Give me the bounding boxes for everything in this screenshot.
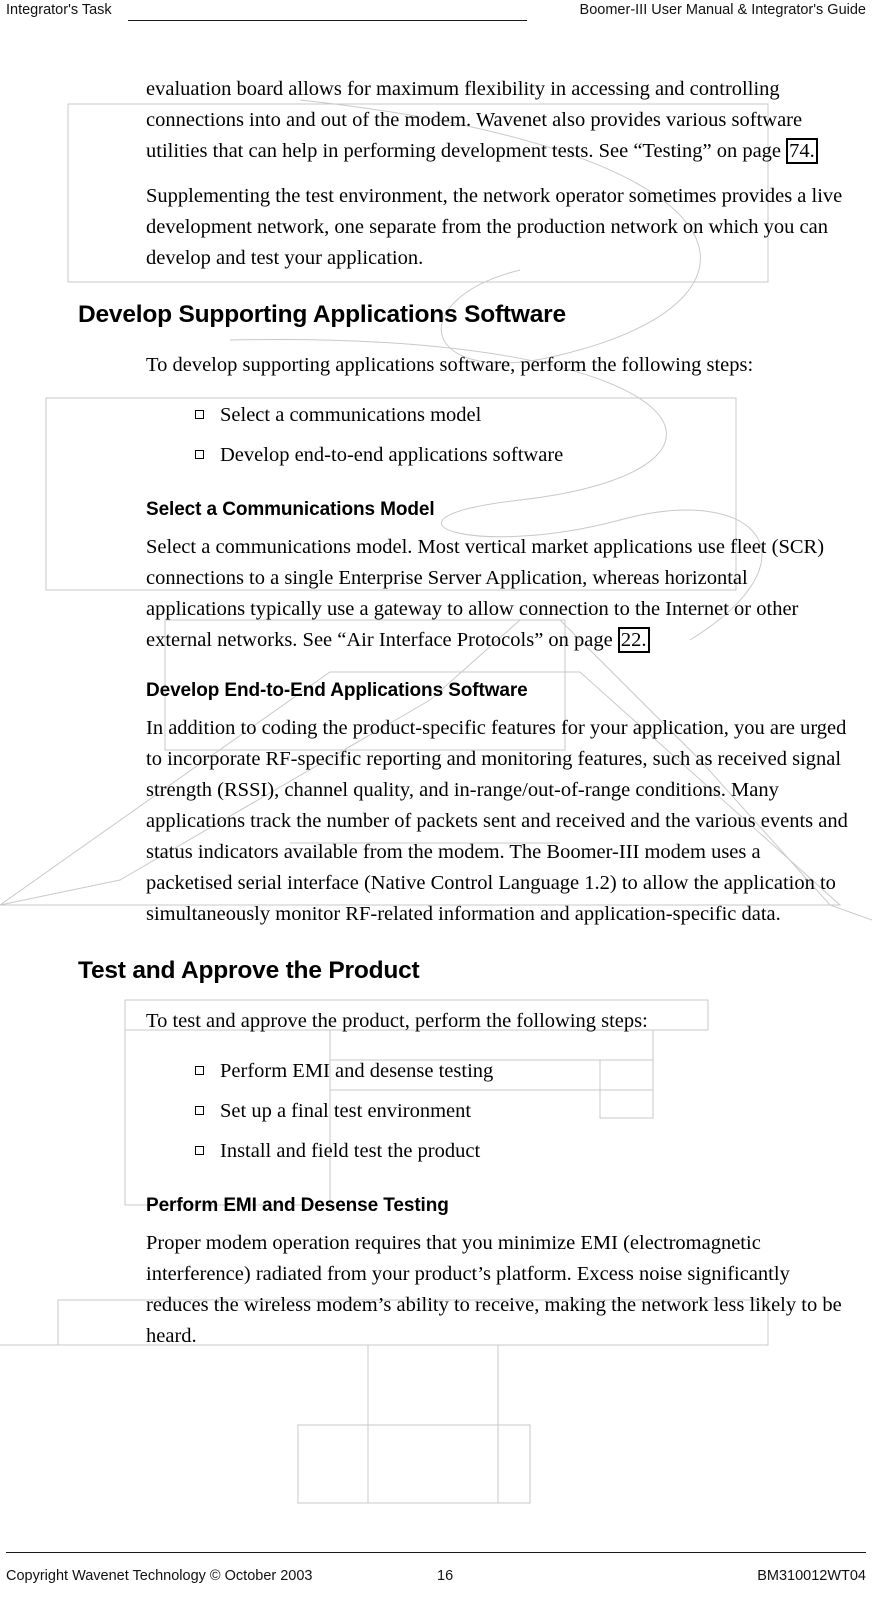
list-item-label: Set up a final test environment bbox=[220, 1100, 472, 1122]
footer-rule bbox=[6, 1552, 866, 1553]
square-bullet-icon bbox=[195, 1146, 204, 1155]
paragraph-perform-emi: Proper modem operation requires that you… bbox=[146, 1232, 842, 1347]
subheading-perform-emi-and-desense-testing: Perform EMI and Desense Testing bbox=[146, 1195, 449, 1216]
square-bullet-icon bbox=[195, 1106, 204, 1115]
header-left-text: Integrator's Task bbox=[6, 2, 112, 18]
list-item: Install and field test the product bbox=[0, 1131, 872, 1171]
paragraph-select-communications-model-text: Select a communications model. Most vert… bbox=[146, 536, 825, 651]
footer-document-code: BM310012WT04 bbox=[757, 1568, 866, 1584]
footer-page-number: 16 bbox=[437, 1568, 454, 1584]
subheading-select-a-communications-model: Select a Communications Model bbox=[146, 499, 435, 520]
paragraph-develop-steps-intro: To develop supporting applications softw… bbox=[146, 354, 754, 376]
list-item: Select a communications model bbox=[0, 395, 872, 435]
paragraph-supplementing: Supplementing the test environment, the … bbox=[146, 185, 843, 269]
heading-test-and-approve-the-product: Test and Approve the Product bbox=[78, 957, 420, 984]
running-header: Integrator's Task Boomer-III User Manual… bbox=[0, 0, 872, 30]
paragraph-test-steps-intro: To test and approve the product, perform… bbox=[146, 1010, 648, 1032]
cross-reference-testing[interactable]: 74. bbox=[786, 138, 818, 164]
square-bullet-icon bbox=[195, 410, 204, 419]
subheading-develop-end-to-end-applications-software: Develop End-to-End Applications Software bbox=[146, 680, 528, 701]
paragraph-evaluation-board-text: evaluation board allows for maximum flex… bbox=[146, 78, 803, 162]
header-rule bbox=[128, 20, 527, 21]
checklist-develop-steps: Select a communications model Develop en… bbox=[0, 395, 872, 475]
checklist-test-steps: Perform EMI and desense testing Set up a… bbox=[0, 1051, 872, 1171]
heading-develop-supporting-applications-software: Develop Supporting Applications Software bbox=[78, 301, 566, 328]
running-footer: Copyright Wavenet Technology © October 2… bbox=[0, 1542, 872, 1604]
square-bullet-icon bbox=[195, 1066, 204, 1075]
list-item-label: Install and field test the product bbox=[220, 1140, 481, 1162]
list-item: Develop end-to-end applications software bbox=[0, 435, 872, 475]
square-bullet-icon bbox=[195, 450, 204, 459]
list-item: Perform EMI and desense testing bbox=[0, 1051, 872, 1091]
list-item: Set up a final test environment bbox=[0, 1091, 872, 1131]
list-item-label: Perform EMI and desense testing bbox=[220, 1060, 494, 1082]
paragraph-select-communications-model: Select a communications model. Most vert… bbox=[0, 532, 872, 656]
paragraph-evaluation-board: evaluation board allows for maximum flex… bbox=[0, 74, 872, 167]
header-right-text: Boomer-III User Manual & Integrator's Gu… bbox=[579, 2, 866, 18]
list-item-label: Select a communications model bbox=[220, 404, 482, 426]
document-body: evaluation board allows for maximum flex… bbox=[0, 74, 872, 1366]
cross-reference-air-interface-protocols[interactable]: 22. bbox=[617, 627, 650, 653]
paragraph-develop-end-to-end: In addition to coding the product-specif… bbox=[146, 717, 848, 925]
footer-copyright: Copyright Wavenet Technology © October 2… bbox=[6, 1568, 313, 1584]
list-item-label: Develop end-to-end applications software bbox=[220, 444, 564, 466]
document-page: Integrator's Task Boomer-III User Manual… bbox=[0, 0, 872, 1604]
